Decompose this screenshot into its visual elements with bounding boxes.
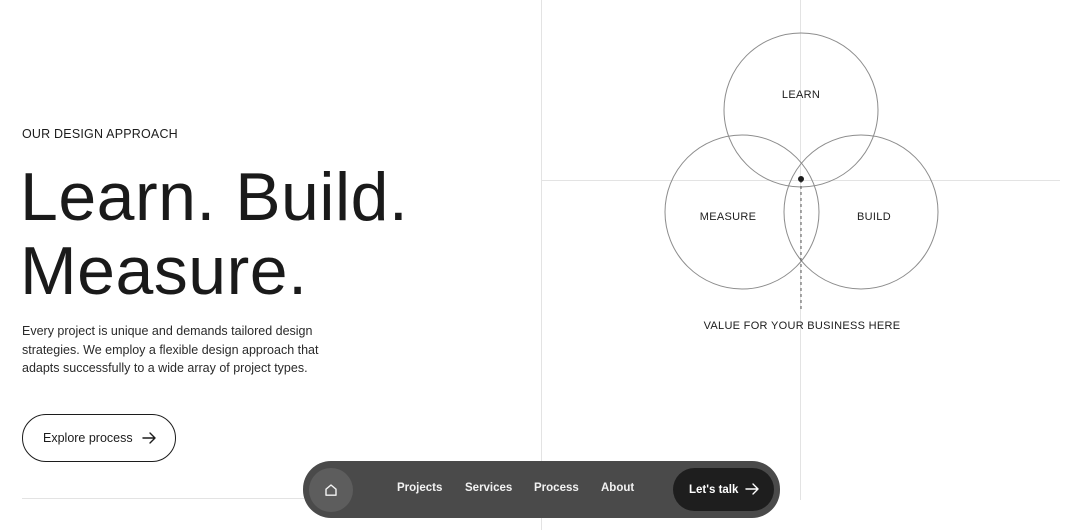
label-build: BUILD xyxy=(857,211,891,223)
floating-nav-bar: Projects Services Process About Let's ta… xyxy=(303,461,780,518)
lets-talk-button[interactable]: Let's talk xyxy=(673,468,774,511)
venn-diagram xyxy=(664,32,939,312)
nav-link-about[interactable]: About xyxy=(601,482,634,494)
home-button[interactable] xyxy=(309,468,353,512)
label-measure: MEASURE xyxy=(699,211,757,223)
label-learn: LEARN xyxy=(781,89,821,101)
nav-link-projects[interactable]: Projects xyxy=(397,482,442,494)
label-value: VALUE FOR YOUR BUSINESS HERE xyxy=(703,320,901,332)
lets-talk-label: Let's talk xyxy=(689,483,739,496)
arrow-right-icon xyxy=(745,483,759,495)
home-icon xyxy=(325,484,337,496)
nav-link-services[interactable]: Services xyxy=(465,482,512,494)
nav-link-process[interactable]: Process xyxy=(534,482,579,494)
center-dot xyxy=(798,176,804,182)
